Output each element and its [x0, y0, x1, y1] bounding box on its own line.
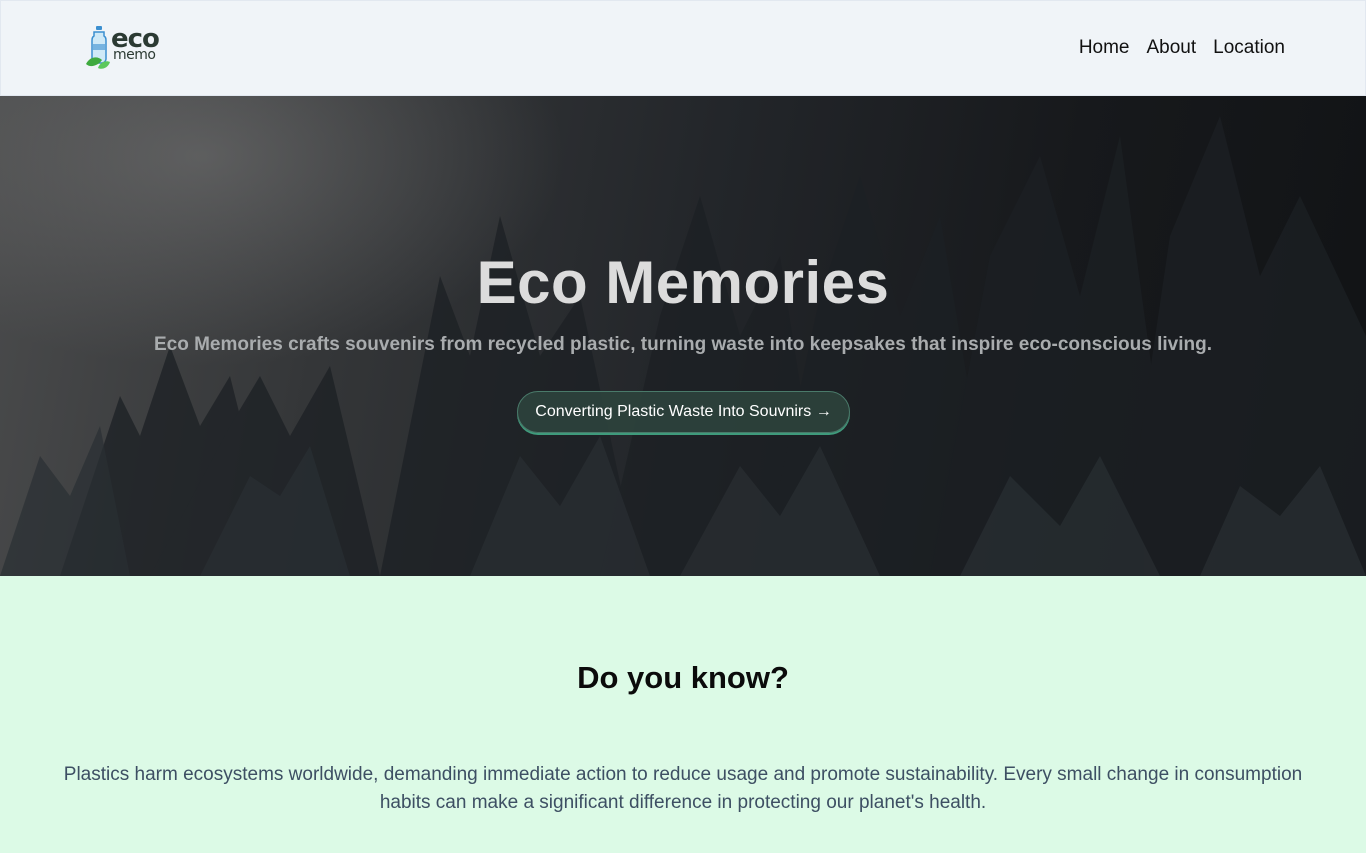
logo-wordmark: eco memo — [111, 26, 160, 63]
site-logo[interactable]: eco memo — [84, 24, 174, 72]
info-title: Do you know? — [577, 660, 789, 695]
navbar: eco memo Home About Location — [0, 0, 1366, 96]
cta-button[interactable]: Converting Plastic Waste Into Souvnirs → — [517, 391, 850, 433]
nav-location-link[interactable]: Location — [1213, 37, 1285, 59]
logo-memo-text: memo — [113, 47, 156, 63]
main-nav: Home About Location — [1079, 37, 1285, 59]
hero-title: Eco Memories — [476, 249, 890, 316]
hero-section: Eco Memories Eco Memories crafts souveni… — [0, 96, 1366, 576]
nav-home-link[interactable]: Home — [1079, 37, 1130, 59]
info-text: Plastics harm ecosystems worldwide, dema… — [63, 764, 1303, 813]
nav-about-link[interactable]: About — [1147, 37, 1197, 59]
hero-subtitle: Eco Memories crafts souvenirs from recyc… — [153, 334, 1212, 355]
hero-content: Eco Memories Eco Memories crafts souveni… — [0, 96, 1366, 576]
